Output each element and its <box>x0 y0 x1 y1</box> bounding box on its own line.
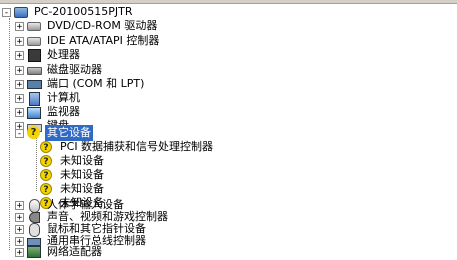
tree-line-other-devices <box>36 133 37 191</box>
disk-icon <box>27 63 42 77</box>
unknown-device-icon: ? <box>40 182 54 196</box>
network-icon <box>27 245 41 259</box>
tree-item-label: 网络适配器 <box>47 245 102 258</box>
tree-line-root <box>9 18 10 250</box>
drive-icon <box>27 34 41 48</box>
unknown-device-icon: ? <box>40 154 54 168</box>
monitor-icon <box>27 105 41 119</box>
expand-computer-button[interactable]: + <box>15 93 24 103</box>
drive-icon <box>27 19 41 33</box>
expand-monitor-button[interactable]: + <box>15 107 24 117</box>
tree-item-label: DVD/CD-ROM 驱动器 <box>47 19 158 32</box>
expand-ide-button[interactable]: + <box>15 36 24 46</box>
port-icon <box>27 77 42 91</box>
expand-dvd-button[interactable]: + <box>15 21 24 31</box>
unknown-device-icon: ? <box>40 140 54 154</box>
question-icon: ? <box>27 126 41 140</box>
tree-item-label: 处理器 <box>47 48 80 61</box>
computer-icon <box>14 5 28 19</box>
tree-item-dvd[interactable]: + DVD/CD-ROM 驱动器 <box>15 18 159 34</box>
expand-processor-button[interactable]: + <box>15 50 24 60</box>
cpu-icon <box>27 48 41 62</box>
tree-item-processor[interactable]: + 处理器 <box>15 47 82 63</box>
expand-disk-button[interactable]: + <box>15 65 24 75</box>
expand-network-button[interactable]: + <box>15 247 24 257</box>
tree-item-network[interactable]: + 网络适配器 <box>15 244 104 260</box>
pc-icon <box>27 91 41 106</box>
unknown-device-icon: ? <box>40 168 54 182</box>
collapse-root-button[interactable]: - <box>2 7 11 17</box>
expand-ports-button[interactable]: + <box>15 79 24 89</box>
collapse-other-devices-button[interactable]: - <box>15 128 24 138</box>
